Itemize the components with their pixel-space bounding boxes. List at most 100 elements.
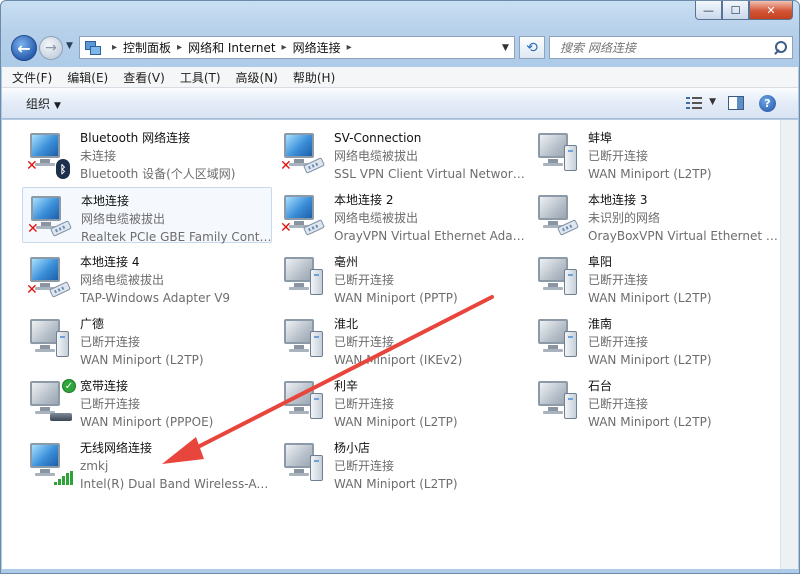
back-button[interactable]: ←	[11, 35, 37, 61]
menu-file[interactable]: 文件(F)	[12, 69, 52, 86]
connection-text: 阜阳 已断开连接 WAN Miniport (L2TP)	[588, 253, 780, 307]
connection-device: WAN Miniport (L2TP)	[588, 415, 712, 429]
menu-tools[interactable]: 工具(T)	[180, 69, 221, 86]
wan-miniport-icon	[534, 317, 586, 365]
connection-device: WAN Miniport (L2TP)	[334, 477, 458, 491]
search-input[interactable]	[550, 40, 770, 55]
connection-text: SV-Connection 网络电缆被拔出 SSL VPN Client Virtu…	[334, 129, 526, 183]
wan-miniport-icon	[280, 317, 332, 365]
connection-status: 已断开连接	[334, 335, 395, 349]
breadcrumb-separator-icon[interactable]: ▸	[112, 42, 117, 53]
breadcrumb-network-internet[interactable]: 网络和 Internet	[188, 39, 275, 56]
connection-name: SV-Connection	[334, 131, 422, 145]
connection-device: Bluetooth 设备(个人区域网)	[80, 167, 236, 181]
connection-device: WAN Miniport (L2TP)	[80, 353, 204, 367]
search-box[interactable]	[549, 36, 793, 59]
ethernet-connection-icon	[534, 193, 586, 241]
connection-text: 利辛 已断开连接 WAN Miniport (L2TP)	[334, 377, 526, 431]
connection-status: 已断开连接	[334, 397, 395, 411]
connection-item[interactable]: 利辛 已断开连接 WAN Miniport (L2TP)	[276, 373, 526, 429]
connection-item[interactable]: 杨小店已断开连接 WAN Miniport (L2TP)	[276, 435, 526, 491]
connection-status: 已断开连接	[588, 273, 649, 287]
connection-text: Bluetooth 网络连接 未连接 Bluetooth 设备(个人区域网)	[80, 129, 272, 183]
connection-text: 淮南 已断开连接 WAN Miniport (L2TP)	[588, 315, 780, 369]
connection-item[interactable]: 无线网络连接 zmkj Intel(R) Dual Band Wireless-AC…	[22, 435, 272, 491]
refresh-button[interactable]: ⟲	[519, 36, 545, 59]
connection-text: 杨小店已断开连接 WAN Miniport (L2TP)	[334, 439, 526, 493]
connection-text: 广德 已断开连接 WAN Miniport (L2TP)	[80, 315, 272, 369]
connection-item[interactable]: 石台 已断开连接 WAN Miniport (L2TP)	[530, 373, 780, 429]
window-controls: — ☐ ✕	[695, 1, 793, 20]
connection-item[interactable]: 阜阳 已断开连接 WAN Miniport (L2TP)	[530, 249, 780, 305]
connection-device: WAN Miniport (L2TP)	[588, 167, 712, 181]
maximize-button[interactable]: ☐	[722, 1, 749, 20]
address-dropdown-icon[interactable]: ▼	[497, 43, 514, 53]
wireless-signal-icon	[26, 441, 78, 489]
connection-device: TAP-Windows Adapter V9	[80, 291, 231, 305]
menu-bar: 文件(F) 编辑(E) 查看(V) 工具(T) 高级(N) 帮助(H)	[2, 67, 798, 88]
breadcrumb-separator-icon[interactable]: ▸	[347, 42, 352, 53]
preview-pane-icon[interactable]	[728, 96, 744, 110]
connection-text: 本地连接 网络电缆被拔出 Realtek PCIe GBE Family Contr…	[81, 192, 273, 246]
connection-status: 已断开连接	[334, 273, 395, 287]
connection-item[interactable]: 蚌埠 已断开连接 WAN Miniport (L2TP)	[530, 125, 780, 181]
help-icon[interactable]: ?	[759, 95, 776, 112]
connection-device: Intel(R) Dual Band Wireless-AC 7260	[80, 477, 272, 491]
connection-item[interactable]: 亳州 已断开连接 WAN Miniport (PPTP)	[276, 249, 526, 305]
vertical-scrollbar[interactable]	[780, 120, 798, 569]
wan-miniport-icon	[26, 317, 78, 365]
navigation-bar: ← → ▼ ▸ 控制面板 ▸ 网络和 Internet ▸ 网络连接 ▸ ▼ ⟲	[1, 31, 799, 63]
menu-edit[interactable]: 编辑(E)	[67, 69, 108, 86]
menu-view[interactable]: 查看(V)	[123, 69, 165, 86]
organize-button[interactable]: 组织 ▼	[26, 95, 61, 112]
connection-device: WAN Miniport (PPPOE)	[80, 415, 214, 429]
connection-item[interactable]: ✕ 本地连接 2 网络电缆被拔出 OrayVPN Virtual Ethernet A…	[276, 187, 526, 243]
recent-pages-dropdown-icon[interactable]: ▼	[66, 41, 73, 51]
command-bar: 组织 ▼ ▼ ?	[2, 88, 798, 119]
close-button[interactable]: ✕	[749, 1, 793, 20]
connection-item[interactable]: 广德 已断开连接 WAN Miniport (L2TP)	[22, 311, 272, 367]
connection-item[interactable]: ✕ 本地连接 网络电缆被拔出 Realtek PCIe GBE Family Cont…	[22, 187, 273, 246]
view-options-dropdown-icon[interactable]: ▼	[709, 97, 716, 107]
connection-item[interactable]: 淮北已断开连接 WAN Miniport (IKEv2)	[276, 311, 526, 367]
connection-item[interactable]: 淮南 已断开连接 WAN Miniport (L2TP)	[530, 311, 780, 367]
menu-advanced[interactable]: 高级(N)	[236, 69, 278, 86]
change-view-icon[interactable]	[686, 96, 702, 110]
connection-text: 宽带连接 已断开连接 WAN Miniport (PPPOE)	[80, 377, 272, 431]
breadcrumb-separator-icon[interactable]: ▸	[282, 42, 287, 53]
forward-button[interactable]: →	[39, 36, 63, 60]
connection-text: 无线网络连接 zmkj Intel(R) Dual Band Wireless-AC…	[80, 439, 272, 493]
connection-status: 已断开连接	[80, 397, 141, 411]
connection-device: WAN Miniport (L2TP)	[588, 353, 712, 367]
connection-device: WAN Miniport (IKEv2)	[334, 353, 463, 367]
connection-device: OrayBoxVPN Virtual Ethernet Adapter	[588, 229, 780, 243]
connection-item[interactable]: ✕ SV-Connection 网络电缆被拔出 SSL VPN Client Virt…	[276, 125, 526, 181]
ethernet-disconnected-icon: ✕	[27, 194, 79, 242]
breadcrumb-separator-icon[interactable]: ▸	[177, 42, 182, 53]
breadcrumb-control-panel[interactable]: 控制面板	[123, 39, 171, 56]
connection-device: Realtek PCIe GBE Family Controller	[81, 230, 273, 244]
address-bar[interactable]: ▸ 控制面板 ▸ 网络和 Internet ▸ 网络连接 ▸ ▼	[79, 36, 515, 59]
connection-item[interactable]: ᛒ ✕ Bluetooth 网络连接 未连接 Bluetooth 设备(个人区域网)	[22, 125, 272, 181]
wan-miniport-icon	[534, 255, 586, 303]
connection-status: 已断开连接	[588, 397, 649, 411]
search-icon[interactable]	[770, 39, 792, 57]
breadcrumb-network-connections[interactable]: 网络连接	[293, 39, 341, 56]
connection-name: 本地连接 4	[80, 255, 140, 269]
connection-name: 本地连接 3	[588, 193, 648, 207]
wan-miniport-icon	[280, 255, 332, 303]
connection-name: 淮北	[334, 317, 359, 331]
connection-status: 已断开连接	[588, 335, 649, 349]
minimize-button[interactable]: —	[695, 1, 722, 20]
connection-name: Bluetooth 网络连接	[80, 131, 191, 145]
connection-item[interactable]: ✓ 宽带连接 已断开连接 WAN Miniport (PPPOE)	[22, 373, 272, 429]
wan-miniport-icon	[280, 379, 332, 427]
connection-item[interactable]: 本地连接 3 未识别的网络 OrayBoxVPN Virtual Ethernet …	[530, 187, 780, 243]
connection-status: 已断开连接	[334, 459, 395, 473]
connection-name: 无线网络连接	[80, 441, 153, 455]
connection-item[interactable]: ✕ 本地连接 4 网络电缆被拔出 TAP-Windows Adapter V9	[22, 249, 272, 305]
connection-name: 杨小店	[334, 441, 371, 455]
menu-help[interactable]: 帮助(H)	[293, 69, 335, 86]
connection-device: OrayVPN Virtual Ethernet Adapter	[334, 229, 526, 243]
chevron-down-icon: ▼	[54, 100, 61, 111]
